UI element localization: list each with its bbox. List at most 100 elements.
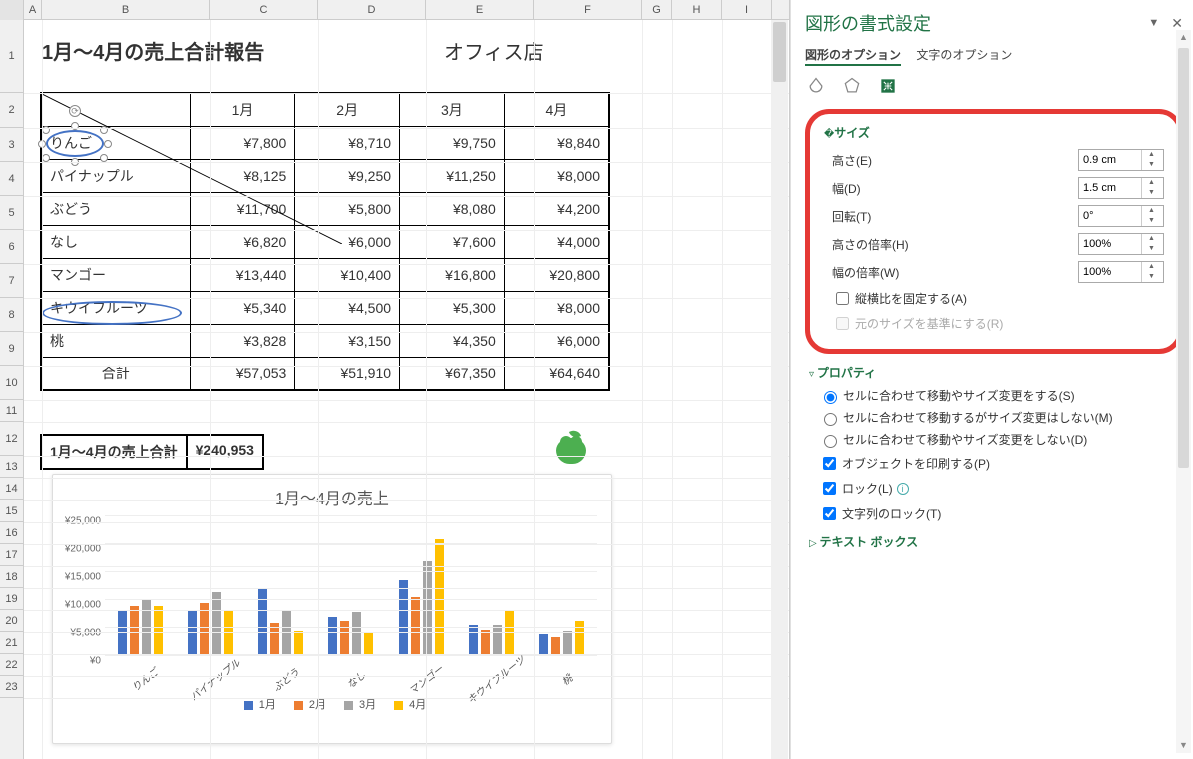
total-cell: ¥51,910 xyxy=(295,357,400,390)
bar xyxy=(539,634,548,655)
resize-handle[interactable] xyxy=(100,154,108,162)
label-print-object: オブジェクトを印刷する(P) xyxy=(842,455,990,472)
row-header-23[interactable]: 23 xyxy=(0,676,23,698)
row-header-13[interactable]: 13 xyxy=(0,456,23,478)
effects-icon[interactable] xyxy=(841,75,863,97)
spin-down-icon[interactable]: ▼ xyxy=(1142,188,1161,198)
label-lock: ロック(L) xyxy=(842,480,893,497)
row-header-15[interactable]: 15 xyxy=(0,500,23,522)
row-header-1[interactable]: 1 xyxy=(0,20,23,93)
spin-down-icon[interactable]: ▼ xyxy=(1142,244,1161,254)
row-header-4[interactable]: 4 xyxy=(0,162,23,196)
select-all-corner[interactable] xyxy=(0,0,24,20)
table-header: 3月 xyxy=(400,93,505,126)
table-row: 桃¥3,828¥3,150¥4,350¥6,000 xyxy=(41,324,609,357)
input-rotation-field[interactable] xyxy=(1079,206,1141,226)
value-cell: ¥3,150 xyxy=(295,324,400,357)
input-width-scale[interactable]: ▲▼ xyxy=(1078,261,1164,283)
col-header-C[interactable]: C xyxy=(210,0,318,20)
resize-handle[interactable] xyxy=(104,140,112,148)
row-header-14[interactable]: 14 xyxy=(0,478,23,500)
fill-line-icon[interactable] xyxy=(805,75,827,97)
spin-up-icon[interactable]: ▲ xyxy=(1142,150,1161,160)
col-header-I[interactable]: I xyxy=(722,0,772,20)
vertical-scrollbar[interactable] xyxy=(771,20,788,759)
row-header-5[interactable]: 5 xyxy=(0,196,23,230)
resize-handle[interactable] xyxy=(42,154,50,162)
size-properties-icon[interactable] xyxy=(877,75,899,97)
checkbox-lock-text[interactable] xyxy=(823,507,836,520)
radio-move-only[interactable] xyxy=(824,413,837,426)
input-rotation[interactable]: ▲▼ xyxy=(1078,205,1164,227)
panel-scrollbar[interactable]: ▲ ▼ xyxy=(1176,30,1191,753)
row-header-10[interactable]: 10 xyxy=(0,366,23,400)
label-radio-no-move: セルに合わせて移動やサイズ変更をしない(D) xyxy=(843,431,1087,448)
col-header-E[interactable]: E xyxy=(426,0,534,20)
row-header-3[interactable]: 3 xyxy=(0,128,23,162)
spin-up-icon[interactable]: ▲ xyxy=(1142,234,1161,244)
ellipse-shape[interactable] xyxy=(42,301,182,325)
input-height[interactable]: ▲▼ xyxy=(1078,149,1164,171)
sales-chart[interactable]: 1月～4月の売上 ¥0¥5,000¥10,000¥15,000¥20,000¥2… xyxy=(52,474,612,744)
input-height-field[interactable] xyxy=(1079,150,1141,170)
total-cell: ¥57,053 xyxy=(190,357,295,390)
col-header-H[interactable]: H xyxy=(672,0,722,20)
row-header-16[interactable]: 16 xyxy=(0,522,23,544)
row-header-8[interactable]: 8 xyxy=(0,298,23,332)
ellipse-shape-selected[interactable] xyxy=(46,130,104,157)
bar-group xyxy=(386,515,456,655)
bar xyxy=(469,625,478,655)
spin-up-icon[interactable]: ▲ xyxy=(1142,178,1161,188)
checkbox-print-object[interactable] xyxy=(823,457,836,470)
close-icon[interactable]: ✕ xyxy=(1171,15,1183,32)
row-header-2[interactable]: 2 xyxy=(0,93,23,128)
row-header-21[interactable]: 21 xyxy=(0,632,23,654)
section-properties-header[interactable]: プロパティ xyxy=(809,364,1183,381)
spin-down-icon[interactable]: ▼ xyxy=(1142,160,1161,170)
input-height-scale-field[interactable] xyxy=(1079,234,1141,254)
apple-clipart-icon[interactable] xyxy=(554,430,588,464)
spin-up-icon[interactable]: ▲ xyxy=(1142,262,1161,272)
row-header-18[interactable]: 18 xyxy=(0,566,23,588)
grid-body[interactable]: 1月～4月の売上合計報告 オフィス店 1月2月3月4月りんご¥7,800¥8,7… xyxy=(24,20,789,759)
spin-up-icon[interactable]: ▲ xyxy=(1142,206,1161,216)
panel-menu-icon[interactable]: ▼ xyxy=(1148,17,1159,29)
spin-down-icon[interactable]: ▼ xyxy=(1142,216,1161,226)
row-header-20[interactable]: 20 xyxy=(0,610,23,632)
input-height-scale[interactable]: ▲▼ xyxy=(1078,233,1164,255)
input-width[interactable]: ▲▼ xyxy=(1078,177,1164,199)
row-header-17[interactable]: 17 xyxy=(0,544,23,566)
radio-no-move[interactable] xyxy=(824,435,837,448)
row-header-12[interactable]: 12 xyxy=(0,422,23,456)
row-header-22[interactable]: 22 xyxy=(0,654,23,676)
bar xyxy=(481,630,490,655)
size-section-highlight: サイズ 高さ(E) ▲▼ 幅(D) ▲▼ 回転(T) ▲▼ xyxy=(805,109,1183,354)
input-width-field[interactable] xyxy=(1079,178,1141,198)
checkbox-lock-aspect[interactable] xyxy=(836,292,849,305)
scroll-up-icon[interactable]: ▲ xyxy=(1176,30,1191,45)
info-icon[interactable]: i xyxy=(897,483,909,495)
radio-move-size[interactable] xyxy=(824,391,837,404)
rotate-handle-icon[interactable]: ⟳ xyxy=(69,105,81,117)
checkbox-lock[interactable] xyxy=(823,482,836,495)
tab-text-options[interactable]: 文字のオプション xyxy=(916,48,1012,62)
col-header-G[interactable]: G xyxy=(642,0,672,20)
row-header-19[interactable]: 19 xyxy=(0,588,23,610)
panel-title: 図形の書式設定 xyxy=(805,10,931,36)
section-size-header[interactable]: サイズ xyxy=(824,124,1164,141)
label-lock-aspect: 縦横比を固定する(A) xyxy=(855,290,967,307)
col-header-B[interactable]: B xyxy=(42,0,210,20)
col-header-A[interactable]: A xyxy=(24,0,42,20)
section-textbox-header[interactable]: テキスト ボックス xyxy=(809,533,1183,550)
row-header-7[interactable]: 7 xyxy=(0,264,23,298)
col-header-D[interactable]: D xyxy=(318,0,426,20)
row-header-11[interactable]: 11 xyxy=(0,400,23,422)
scroll-down-icon[interactable]: ▼ xyxy=(1176,738,1191,753)
input-width-scale-field[interactable] xyxy=(1079,262,1141,282)
spin-down-icon[interactable]: ▼ xyxy=(1142,272,1161,282)
row-header-6[interactable]: 6 xyxy=(0,230,23,264)
col-header-F[interactable]: F xyxy=(534,0,642,20)
tab-shape-options[interactable]: 図形のオプション xyxy=(805,48,901,66)
row-header-9[interactable]: 9 xyxy=(0,332,23,366)
value-cell: ¥8,000 xyxy=(504,291,609,324)
